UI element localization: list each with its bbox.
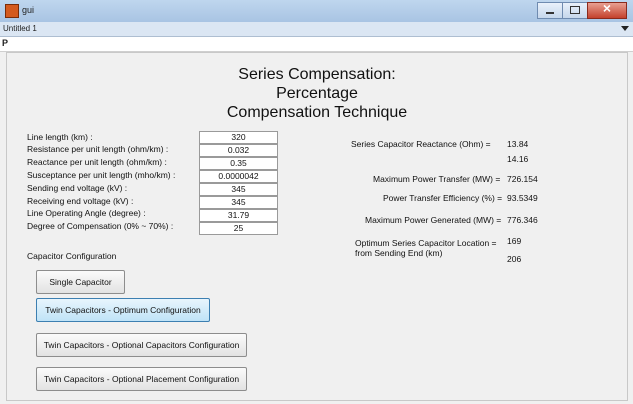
max-power-generated-value: 776.346 — [507, 215, 538, 225]
max-power-generated-label: Maximum Power Generated (MW) = — [365, 215, 502, 225]
app-icon — [5, 4, 19, 18]
capacitor-location-label: Optimum Series Capacitor Location = — [355, 238, 497, 248]
operating-angle-label: Line Operating Angle (degree) : — [27, 208, 146, 218]
capacitor-location-value-2: 206 — [507, 254, 522, 264]
power-efficiency-label: Power Transfer Efficiency (%) = — [383, 193, 503, 203]
max-power-transfer-label: Maximum Power Transfer (MW) = — [373, 174, 501, 184]
compensation-degree-label: Degree of Compensation (0% ~ 70%) : — [27, 221, 174, 231]
chevron-down-icon[interactable] — [621, 26, 629, 31]
operating-angle-field[interactable] — [199, 209, 278, 222]
sending-voltage-field[interactable] — [199, 183, 278, 196]
sending-voltage-label: Sending end voltage (kV) : — [27, 183, 128, 193]
pointer-tool-icon[interactable]: P — [2, 38, 8, 48]
line-length-field[interactable] — [199, 131, 278, 144]
title-line-1: Series Compensation: — [238, 66, 396, 83]
single-capacitor-button[interactable]: Single Capacitor — [36, 270, 125, 294]
series-reactance-value-1: 13.84 — [507, 139, 529, 149]
susceptance-label: Susceptance per unit length (mho/km) : — [27, 170, 176, 180]
window-title: gui — [22, 5, 35, 15]
page-title: Series Compensation: Percentage Compensa… — [202, 65, 432, 122]
figure-panel: Series Compensation: Percentage Compensa… — [6, 52, 628, 401]
twin-optimum-button[interactable]: Twin Capacitors - Optimum Configuration — [36, 298, 210, 322]
close-button[interactable] — [587, 0, 627, 19]
toolbar: P — [0, 37, 633, 52]
resistance-label: Resistance per unit length (ohm/km) : — [27, 144, 169, 154]
capacitor-configuration-label: Capacitor Configuration — [27, 251, 117, 261]
receiving-voltage-field[interactable] — [199, 196, 278, 209]
reactance-label: Reactance per unit length (ohm/km) : — [27, 157, 167, 167]
window-controls — [537, 0, 627, 19]
compensation-degree-field[interactable] — [199, 222, 278, 235]
power-efficiency-value: 93.5349 — [507, 193, 538, 203]
title-line-2: Percentage — [276, 85, 358, 102]
twin-optional-capacitors-button[interactable]: Twin Capacitors - Optional Capacitors Co… — [36, 333, 247, 357]
document-tab-bar: Untitled 1 — [0, 22, 633, 37]
susceptance-field[interactable] — [199, 170, 278, 183]
reactance-field[interactable] — [199, 157, 278, 170]
minimize-button[interactable] — [537, 2, 563, 19]
title-bar: gui — [0, 0, 633, 23]
capacitor-location-sublabel: from Sending End (km) — [355, 248, 443, 258]
series-reactance-label: Series Capacitor Reactance (Ohm) = — [351, 139, 491, 149]
twin-optional-placement-button[interactable]: Twin Capacitors - Optional Placement Con… — [36, 367, 247, 391]
maximize-button[interactable] — [562, 2, 588, 19]
receiving-voltage-label: Receiving end voltage (kV) : — [27, 196, 134, 206]
resistance-field[interactable] — [199, 144, 278, 157]
document-tab[interactable]: Untitled 1 — [3, 24, 37, 33]
max-power-transfer-value: 726.154 — [507, 174, 538, 184]
title-line-3: Compensation Technique — [226, 104, 408, 121]
series-reactance-value-2: 14.16 — [507, 154, 529, 164]
line-length-label: Line length (km) : — [27, 132, 93, 142]
capacitor-location-value-1: 169 — [507, 236, 522, 246]
